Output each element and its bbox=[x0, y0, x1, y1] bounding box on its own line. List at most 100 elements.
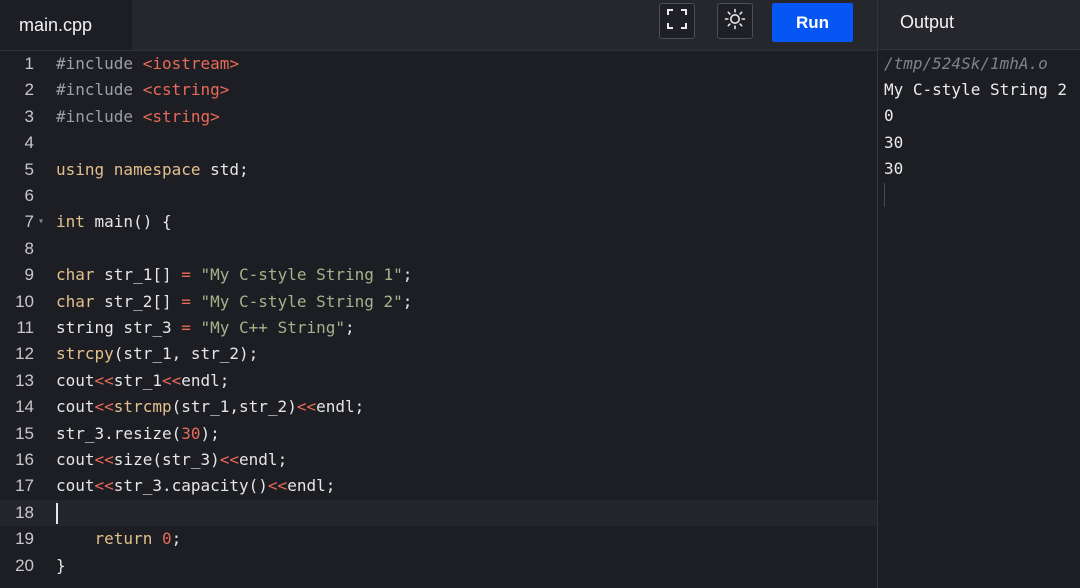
output-line: 30 bbox=[884, 132, 904, 152]
code-token: endl; bbox=[287, 476, 336, 496]
code-token: ; bbox=[402, 291, 413, 311]
code-token: strcpy bbox=[56, 344, 114, 364]
code-text: str_3.resize(30); bbox=[56, 421, 220, 447]
fullscreen-icon bbox=[666, 8, 688, 35]
code-token: ; bbox=[345, 318, 355, 337]
code-line[interactable]: 9 char str_1[] = "My C-style String 1"; bbox=[0, 262, 877, 288]
code-token: << bbox=[219, 450, 240, 469]
code-editor[interactable]: 1 #include <iostream> 2 #include <cstring> 3… bbox=[0, 51, 877, 588]
code-token: << bbox=[296, 397, 317, 417]
code-token: "My C-style String 2" bbox=[200, 291, 403, 311]
code-token: <iostream> bbox=[142, 54, 240, 73]
code-token: <cstring> bbox=[142, 80, 230, 100]
line-number: 2 bbox=[24, 80, 34, 100]
code-line[interactable]: 15 str_3.resize(30); bbox=[0, 421, 877, 447]
code-text: strcpy(str_1, str_2); bbox=[56, 341, 258, 367]
code-text: string str_3 = "My C++ String"; bbox=[56, 315, 355, 341]
code-text: cout<<size(str_3)<<endl; bbox=[56, 447, 287, 473]
code-token: = bbox=[181, 291, 201, 311]
code-line[interactable]: 18 bbox=[0, 499, 877, 526]
output-title: Output bbox=[900, 12, 955, 32]
editor-toolbar: main.cpp Run bbox=[0, 0, 877, 51]
code-line[interactable]: 12 strcpy(str_1, str_2); bbox=[0, 341, 877, 367]
code-line[interactable]: 17 cout<<str_3.capacity()<<endl; bbox=[0, 473, 877, 499]
fold-toggle-icon[interactable]: ▾ bbox=[38, 209, 44, 235]
line-number: 11 bbox=[16, 318, 34, 337]
line-number: 10 bbox=[15, 291, 34, 311]
code-line[interactable]: 6 bbox=[0, 183, 877, 209]
output-line: 30 bbox=[884, 159, 904, 179]
line-number: 15 bbox=[15, 423, 34, 443]
code-line[interactable]: 10 char str_2[] = "My C-style String 2"; bbox=[0, 289, 877, 315]
code-line[interactable]: 16 cout<<size(str_3)<<endl; bbox=[0, 447, 877, 473]
code-line[interactable]: 2 #include <cstring> bbox=[0, 77, 877, 103]
code-text: #include <cstring> bbox=[56, 77, 229, 103]
code-token: cout bbox=[56, 450, 95, 469]
code-line[interactable]: 8 bbox=[0, 236, 877, 262]
text-cursor bbox=[56, 502, 58, 524]
code-token: return bbox=[94, 529, 162, 549]
code-token: size(str_3) bbox=[113, 450, 220, 469]
code-line[interactable]: 14 cout<<strcmp(str_1,str_2)<<endl; bbox=[0, 394, 877, 420]
output-cursor bbox=[884, 183, 885, 207]
line-number: 5 bbox=[24, 159, 34, 179]
code-line[interactable]: 5 using namespace std; bbox=[0, 157, 877, 183]
output-file-path: /tmp/524Sk/1mhA.o bbox=[884, 54, 1048, 73]
code-token: str_3.capacity() bbox=[113, 476, 268, 496]
code-token: str_1 bbox=[113, 370, 162, 390]
code-token: using namespace bbox=[56, 159, 211, 179]
line-number: 3 bbox=[24, 106, 34, 126]
code-token: #include bbox=[56, 106, 143, 126]
code-line[interactable]: 4 bbox=[0, 130, 877, 156]
code-text: char str_1[] = "My C-style String 1"; bbox=[56, 262, 412, 288]
code-token: << bbox=[94, 476, 114, 496]
file-tab[interactable]: main.cpp bbox=[0, 0, 132, 50]
fullscreen-button[interactable] bbox=[659, 3, 695, 39]
code-text: using namespace std; bbox=[56, 157, 249, 183]
code-token: 30 bbox=[181, 423, 201, 443]
code-token: ); bbox=[200, 423, 220, 443]
theme-toggle-button[interactable] bbox=[717, 3, 753, 39]
code-token: endl; bbox=[316, 397, 365, 417]
code-token: << bbox=[161, 370, 182, 390]
code-line[interactable]: 3 #include <string> bbox=[0, 104, 877, 130]
code-text: cout<<strcmp(str_1,str_2)<<endl; bbox=[56, 394, 364, 420]
code-line[interactable]: 1 #include <iostream> bbox=[0, 51, 877, 77]
code-token: << bbox=[94, 450, 114, 469]
line-number: 12 bbox=[15, 344, 34, 364]
line-number: 20 bbox=[15, 555, 34, 575]
code-token: cout bbox=[56, 476, 95, 496]
line-number: 19 bbox=[15, 529, 34, 549]
line-number: 17 bbox=[15, 476, 34, 496]
code-text: #include <string> bbox=[56, 104, 220, 130]
code-token: (str_1,str_2) bbox=[171, 397, 297, 417]
code-token: str_1[] bbox=[104, 265, 182, 285]
line-number: 14 bbox=[15, 397, 34, 417]
code-text: char str_2[] = "My C-style String 2"; bbox=[56, 289, 412, 315]
run-button[interactable]: Run bbox=[772, 3, 853, 42]
output-panel: /tmp/524Sk/1mhA.o My C-style String 2 0 30… bbox=[878, 51, 1080, 588]
code-line[interactable]: 19 return 0; bbox=[0, 526, 877, 552]
line-number: 9 bbox=[24, 265, 34, 285]
line-number: 16 bbox=[15, 450, 34, 469]
sun-icon bbox=[724, 8, 746, 35]
line-number: 4 bbox=[24, 133, 34, 153]
code-line[interactable]: 11 string str_3 = "My C++ String"; bbox=[0, 315, 877, 341]
code-token: #include bbox=[56, 54, 143, 73]
code-line[interactable]: 13 cout<<str_1<<endl; bbox=[0, 368, 877, 394]
code-token: char bbox=[56, 265, 105, 285]
code-line[interactable]: 20} bbox=[0, 553, 877, 579]
code-token: std; bbox=[210, 159, 249, 179]
output-line: My C-style String 2 bbox=[884, 80, 1068, 99]
line-number: 13 bbox=[15, 370, 34, 390]
code-token: << bbox=[94, 397, 114, 417]
code-text: #include <iostream> bbox=[56, 51, 239, 77]
code-text: int main() { bbox=[56, 209, 172, 235]
code-token: ; bbox=[171, 529, 182, 549]
code-token: <string> bbox=[142, 106, 220, 126]
code-line[interactable]: 7 ▾ int main() { bbox=[0, 209, 877, 235]
code-token: "My C-style String 1" bbox=[200, 265, 403, 285]
code-token: string str_3 bbox=[56, 318, 182, 337]
code-token: str_2[] bbox=[104, 291, 182, 311]
code-token: << bbox=[267, 476, 288, 496]
